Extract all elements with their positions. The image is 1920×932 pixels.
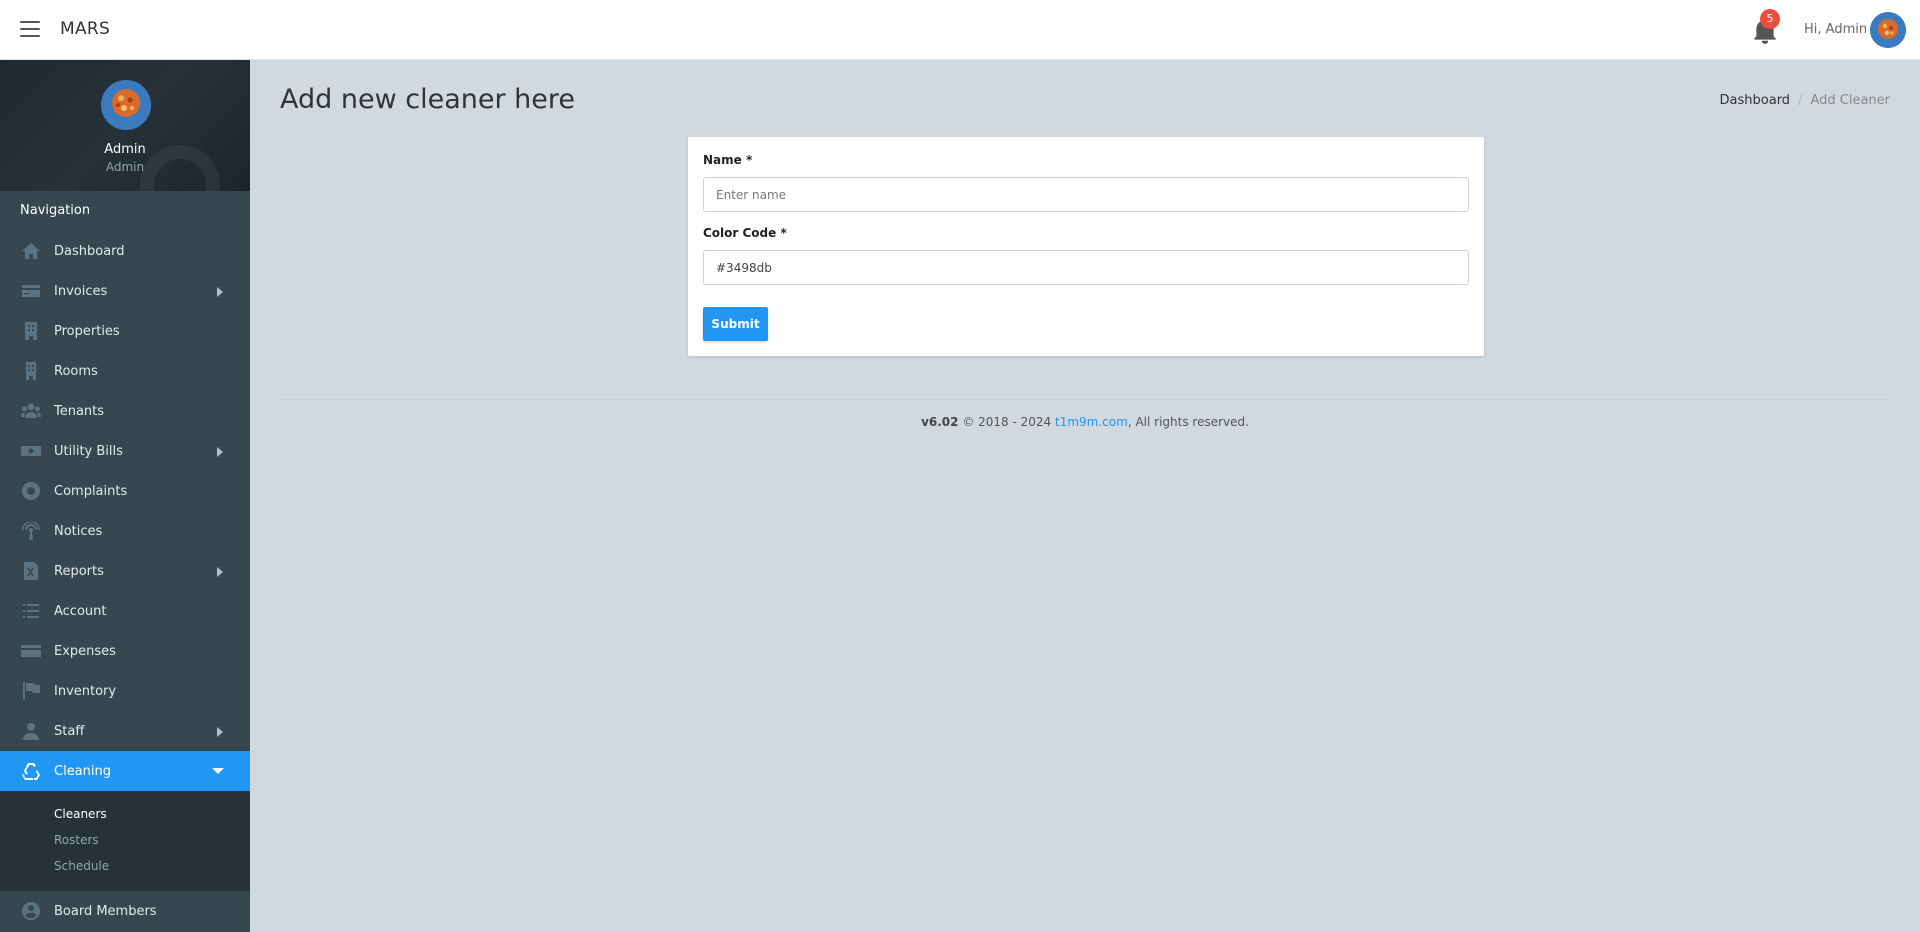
sidebar-item-account[interactable]: Account — [0, 591, 250, 631]
sidebar-item-notices[interactable]: Notices — [0, 511, 250, 551]
lifebuoy-icon — [20, 482, 42, 500]
home-icon — [20, 242, 42, 260]
name-label: Name * — [703, 153, 753, 167]
add-cleaner-form: Name * Color Code * Submit — [688, 137, 1484, 356]
notification-count-badge: 5 — [1760, 9, 1780, 29]
sidebar-item-expenses[interactable]: Expenses — [0, 631, 250, 671]
sidebar-item-label: Invoices — [54, 283, 108, 299]
credit-card-icon — [20, 282, 42, 300]
flag-icon — [20, 682, 42, 700]
list-icon — [20, 602, 42, 620]
room-building-icon — [20, 362, 42, 380]
nav-heading: Navigation — [20, 203, 91, 218]
sidebar-item-board-members[interactable]: Board Members — [0, 891, 250, 931]
sidebar-item-label: Notices — [54, 523, 103, 539]
user-icon — [20, 722, 42, 740]
breadcrumb-current: Add Cleaner — [1810, 93, 1890, 108]
users-icon — [20, 402, 42, 420]
card-icon — [20, 642, 42, 660]
chevron-right-icon — [217, 287, 223, 297]
sidebar-item-cleaning[interactable]: Cleaning — [0, 751, 250, 791]
top-header: MARS 5 Hi, Admin — [0, 0, 1920, 60]
sidebar-item-label: Utility Bills — [54, 443, 123, 459]
sidebar-item-label: Dashboard — [54, 243, 125, 259]
chevron-down-icon — [212, 768, 224, 774]
sidebar-item-label: Complaints — [54, 483, 128, 499]
building-icon — [20, 322, 42, 340]
sidebar-item-label: Properties — [54, 323, 120, 339]
sidebar-profile: Admin Admin — [0, 60, 250, 191]
sidebar-item-staff[interactable]: Staff — [0, 711, 250, 751]
sidebar-item-rooms[interactable]: Rooms — [0, 351, 250, 391]
money-icon — [20, 442, 42, 460]
chevron-right-icon — [217, 447, 223, 457]
sidebar-item-label: Board Members — [54, 903, 157, 919]
menu-toggle-icon[interactable] — [20, 21, 40, 37]
recycle-icon — [20, 762, 42, 780]
submenu-item-schedule[interactable]: Schedule — [0, 853, 250, 879]
sidebar-item-label: Cleaning — [54, 763, 111, 779]
submit-button[interactable]: Submit — [703, 307, 768, 341]
breadcrumb-separator: / — [1798, 93, 1803, 108]
sidebar-item-inventory[interactable]: Inventory — [0, 671, 250, 711]
app-title: MARS — [60, 19, 111, 39]
excel-file-icon — [20, 562, 42, 580]
sidebar-item-properties[interactable]: Properties — [0, 311, 250, 351]
breadcrumb-dashboard-link[interactable]: Dashboard — [1720, 93, 1791, 108]
sidebar-item-label: Inventory — [54, 683, 117, 699]
footer-rights: , All rights reserved. — [1127, 415, 1249, 429]
sidebar-item-reports[interactable]: Reports — [0, 551, 250, 591]
sidebar-item-label: Expenses — [54, 643, 116, 659]
footer: v6.02 © 2018 - 2024 t1m9m.com, All right… — [280, 415, 1890, 429]
breadcrumb: Dashboard / Add Cleaner — [1720, 93, 1890, 108]
footer-site-link[interactable]: t1m9m.com — [1055, 415, 1128, 429]
footer-version: v6.02 — [921, 415, 959, 429]
sidebar-item-label: Tenants — [54, 403, 105, 419]
user-avatar[interactable] — [1870, 12, 1906, 48]
cleaning-submenu: Cleaners Rosters Schedule — [0, 791, 250, 891]
sidebar-item-invoices[interactable]: Invoices — [0, 271, 250, 311]
submenu-item-cleaners[interactable]: Cleaners — [0, 801, 250, 827]
sidebar-item-label: Staff — [54, 723, 85, 739]
footer-copyright: © 2018 - 2024 — [962, 415, 1052, 429]
chevron-right-icon — [217, 727, 223, 737]
submenu-item-rosters[interactable]: Rosters — [0, 827, 250, 853]
color-code-input[interactable] — [703, 250, 1469, 285]
sidebar: Admin Admin Navigation Dashboard Invoice… — [0, 60, 250, 932]
user-greeting[interactable]: Hi, Admin — [1804, 22, 1867, 37]
chevron-right-icon — [217, 567, 223, 577]
sidebar-item-label: Account — [54, 603, 107, 619]
broadcast-icon — [20, 522, 42, 540]
name-input[interactable] — [703, 177, 1469, 212]
sidebar-item-utility-bills[interactable]: Utility Bills — [0, 431, 250, 471]
profile-name: Admin — [104, 142, 146, 157]
sidebar-item-label: Reports — [54, 563, 104, 579]
footer-divider — [280, 399, 1890, 400]
sidebar-item-label: Rooms — [54, 363, 98, 379]
page-title: Add new cleaner here — [280, 84, 575, 115]
profile-avatar[interactable] — [101, 80, 151, 130]
sidebar-item-complaints[interactable]: Complaints — [0, 471, 250, 511]
color-code-label: Color Code * — [703, 226, 787, 240]
sidebar-item-tenants[interactable]: Tenants — [0, 391, 250, 431]
profile-role: Admin — [105, 160, 145, 174]
sidebar-item-dashboard[interactable]: Dashboard — [0, 231, 250, 271]
user-circle-icon — [20, 902, 42, 920]
